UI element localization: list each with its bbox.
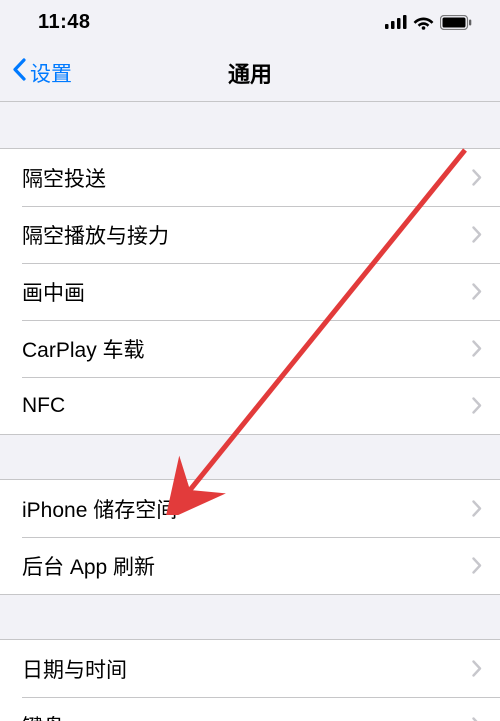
status-bar: 11:48	[0, 0, 500, 44]
status-time: 11:48	[38, 11, 91, 34]
page-title: 通用	[228, 57, 272, 89]
chevron-right-icon	[472, 397, 482, 414]
row-label: 后台 App 刷新	[22, 551, 155, 581]
row-label: 日期与时间	[22, 654, 127, 684]
chevron-right-icon	[472, 500, 482, 517]
cellular-icon	[385, 15, 407, 29]
row-label: CarPlay 车载	[22, 334, 145, 364]
list-section: 日期与时间 键盘	[0, 639, 500, 721]
row-label: 画中画	[22, 277, 85, 307]
wifi-icon	[413, 15, 434, 30]
section-spacer	[0, 102, 500, 148]
list-section: 隔空投送 隔空播放与接力 画中画 CarPlay 车载 NFC	[0, 148, 500, 435]
row-label: 隔空投送	[22, 163, 106, 193]
list-section: iPhone 储存空间 后台 App 刷新	[0, 479, 500, 595]
row-iphone-storage[interactable]: iPhone 储存空间	[0, 480, 500, 537]
battery-icon	[440, 15, 472, 30]
row-airplay-handoff[interactable]: 隔空播放与接力	[0, 206, 500, 263]
row-picture-in-picture[interactable]: 画中画	[0, 263, 500, 320]
row-label: 键盘	[22, 711, 64, 721]
chevron-right-icon	[472, 717, 482, 721]
row-label: iPhone 储存空间	[22, 494, 177, 524]
row-background-refresh[interactable]: 后台 App 刷新	[0, 537, 500, 594]
section-spacer	[0, 435, 500, 479]
chevron-left-icon	[12, 58, 26, 87]
chevron-right-icon	[472, 169, 482, 186]
row-label: NFC	[22, 394, 65, 418]
row-date-time[interactable]: 日期与时间	[0, 640, 500, 697]
row-nfc[interactable]: NFC	[0, 377, 500, 434]
row-airdrop[interactable]: 隔空投送	[0, 149, 500, 206]
chevron-right-icon	[472, 226, 482, 243]
row-carplay[interactable]: CarPlay 车载	[0, 320, 500, 377]
section-spacer	[0, 595, 500, 639]
chevron-right-icon	[472, 660, 482, 677]
nav-bar: 设置 通用	[0, 44, 500, 102]
chevron-right-icon	[472, 283, 482, 300]
chevron-right-icon	[472, 340, 482, 357]
status-right	[385, 15, 472, 30]
row-keyboard[interactable]: 键盘	[0, 697, 500, 721]
back-button[interactable]: 设置	[0, 58, 72, 88]
back-label: 设置	[30, 58, 72, 88]
chevron-right-icon	[472, 557, 482, 574]
row-label: 隔空播放与接力	[22, 220, 169, 250]
